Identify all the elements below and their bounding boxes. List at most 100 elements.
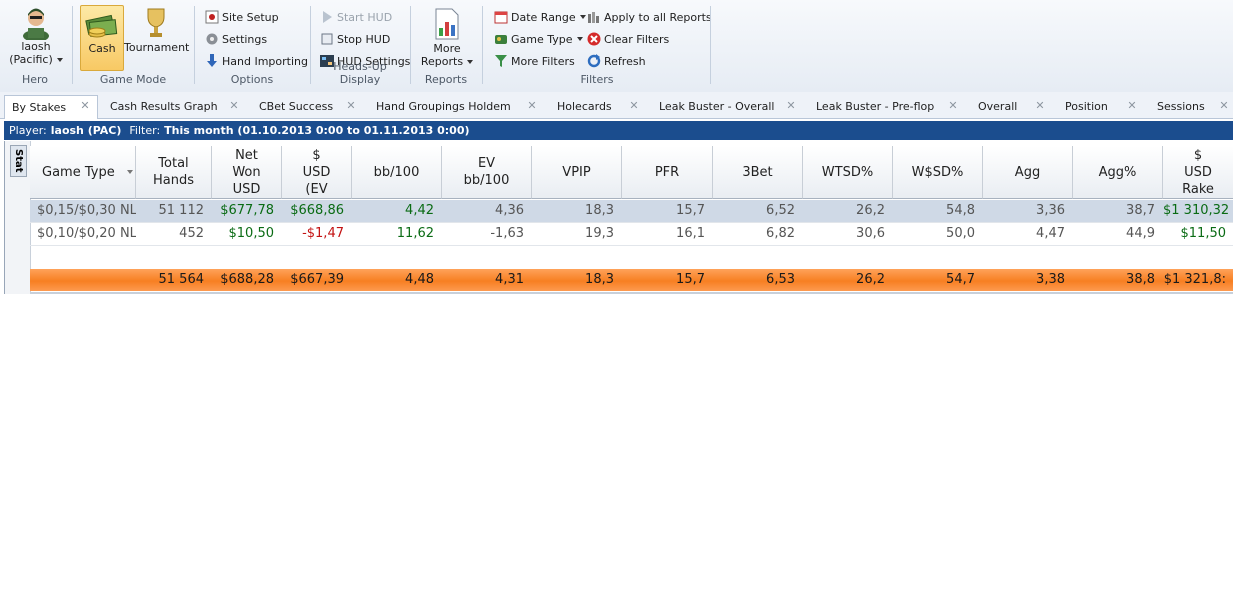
settings-button[interactable]: Settings [205, 32, 267, 46]
tab-close-icon[interactable]: ✕ [786, 100, 796, 111]
site-setup-button[interactable]: Site Setup [205, 10, 279, 24]
stats-grid: Stat Game Type Total Hands Net Won USD $ USD (EV… [4, 141, 1233, 294]
column-header-usd-rake[interactable]: $ USD Rake [1163, 146, 1233, 199]
tab-leak-buster-preflop[interactable]: Leak Buster - Pre-flop [816, 95, 934, 117]
column-header-label: Agg% [1099, 164, 1137, 181]
cell-pfr: 16,1 [676, 226, 705, 241]
stop-hud-button[interactable]: Stop HUD [320, 32, 390, 46]
date-range-button[interactable]: Date Range [494, 10, 586, 24]
trophy-icon [147, 8, 165, 37]
table-row[interactable]: $0,15/$0,30 NL 51 112 $677,78 $668,86 4,42 4,… [30, 200, 1233, 223]
column-header-label: $ USD Rake [1182, 147, 1214, 198]
tab-cash-results-graph[interactable]: Cash Results Graph [110, 95, 218, 117]
start-hud-button[interactable]: Start HUD [320, 10, 392, 24]
tab-position[interactable]: Position [1065, 95, 1108, 117]
clear-filters-button[interactable]: Clear Filters [587, 32, 669, 46]
column-header-label: WTSD% [822, 164, 873, 181]
total-usd-rake: $1 321,8: [1163, 272, 1226, 287]
column-header-line: bb/100 [373, 164, 420, 180]
total-3bet: 6,53 [766, 272, 795, 287]
cell-agg-pct: 38,7 [1126, 203, 1155, 218]
cell-3bet: 6,52 [766, 203, 795, 218]
total-pfr: 15,7 [676, 272, 705, 287]
total-game-type [30, 269, 136, 291]
column-header-usd-ev[interactable]: $ USD (EV [282, 146, 352, 199]
column-header-line: bb/100 [463, 173, 510, 188]
hand-importing-button[interactable]: Hand Importing [205, 54, 308, 68]
tab-close-icon[interactable]: ✕ [948, 100, 958, 111]
options-group: Site Setup Settings Hand Importing Optio… [196, 2, 308, 88]
column-header-3bet[interactable]: 3Bet [713, 146, 803, 199]
cell-total-hands: 452 [179, 226, 204, 241]
cash-button[interactable]: Cash [80, 5, 124, 71]
filters-group: Date Range Game Type More Filters Apply … [484, 2, 712, 88]
ribbon-separator [72, 6, 73, 84]
game-mode-group: Cash Tournament Game Mode [74, 2, 192, 88]
column-header-label: Agg [1015, 164, 1040, 181]
tab-overall[interactable]: Overall [978, 95, 1017, 117]
tab-sessions[interactable]: Sessions [1157, 95, 1205, 117]
tab-close-icon[interactable]: ✕ [527, 100, 537, 111]
column-header-net-won-usd[interactable]: Net Won USD [212, 146, 282, 199]
tab-close-icon[interactable]: ✕ [1127, 100, 1137, 111]
ribbon-separator [710, 6, 711, 84]
cell-vpip: 18,3 [585, 203, 614, 218]
tab-close-icon[interactable]: ✕ [346, 100, 356, 111]
column-header-wtsd[interactable]: WTSD% [803, 146, 893, 199]
tab-cbet-success[interactable]: CBet Success [259, 95, 333, 117]
column-header-pfr[interactable]: PFR [622, 146, 713, 199]
column-header-game-type[interactable]: Game Type [30, 146, 136, 199]
group-label-hero: Hero [21, 73, 49, 86]
avatar-icon [23, 8, 49, 40]
hero-button[interactable]: laosh (Pacific) [8, 4, 64, 72]
apply-all-reports-button[interactable]: Apply to all Reports [587, 10, 712, 24]
reports-icon [435, 8, 459, 40]
tab-close-icon[interactable]: ✕ [1219, 100, 1229, 111]
grid-scrollbar-track[interactable] [30, 292, 1233, 294]
table-row[interactable]: $0,10/$0,20 NL 452 $10,50 -$1,47 11,62 -1,63 1… [30, 223, 1233, 246]
tab-close-icon[interactable]: ✕ [229, 100, 239, 111]
tab-hand-groupings-holdem[interactable]: Hand Groupings Holdem [376, 95, 511, 117]
player-label: Player: [9, 124, 47, 137]
column-header-vpip[interactable]: VPIP [532, 146, 622, 199]
tab-close-icon[interactable]: ✕ [1035, 100, 1045, 111]
column-header-line: Agg% [1098, 164, 1137, 180]
stat-side-tab[interactable]: Stat [10, 145, 27, 177]
game-type-button[interactable]: Game Type [494, 32, 583, 46]
column-header-label: Game Type [42, 164, 115, 181]
column-header-label: PFR [655, 164, 679, 181]
total-agg: 3,38 [1036, 272, 1065, 287]
cell-vpip: 19,3 [585, 226, 614, 241]
total-agg-pct: 38,8 [1126, 272, 1155, 287]
tournament-button[interactable]: Tournament [124, 5, 190, 69]
refresh-button[interactable]: Refresh [587, 54, 646, 68]
hud-group: Start HUD Stop HUD HUD Settings Heads-Up… [312, 2, 410, 88]
tournament-label: Tournament [124, 41, 190, 54]
tab-holecards[interactable]: Holecards [557, 95, 612, 117]
column-header-total-hands[interactable]: Total Hands [136, 146, 212, 199]
more-filters-button[interactable]: More Filters [494, 54, 575, 68]
total-ev-bb100: 4,31 [495, 272, 524, 287]
tab-close-icon[interactable]: ✕ [629, 100, 639, 111]
column-header-bb100[interactable]: bb/100 [352, 146, 442, 199]
sort-arrow-icon [126, 170, 133, 174]
cell-bb100: 11,62 [396, 226, 434, 241]
ribbon: laosh (Pacific) Hero Cash Tournament Gam… [0, 0, 1233, 93]
tab-close-icon[interactable]: ✕ [80, 100, 90, 111]
more-reports-button[interactable]: More Reports [418, 6, 476, 72]
column-header-agg-pct[interactable]: Agg% [1073, 146, 1163, 199]
filter-label: Filter: [129, 124, 161, 137]
column-header-label: Net Won USD [232, 147, 260, 198]
column-header-agg[interactable]: Agg [983, 146, 1073, 199]
column-header-wsd[interactable]: W$SD% [893, 146, 983, 199]
column-header-line: Total [158, 156, 189, 171]
cell-agg-pct: 44,9 [1126, 226, 1155, 241]
column-header-line: 3Bet [742, 164, 773, 180]
tab-leak-buster-overall[interactable]: Leak Buster - Overall [659, 95, 774, 117]
column-header-line: Rake [1182, 181, 1214, 197]
column-header-line: EV [477, 156, 496, 171]
column-header-ev-bb100[interactable]: EV bb/100 [442, 146, 532, 199]
cell-ev-bb100: 4,36 [495, 203, 524, 218]
cell-net-won-usd: $677,78 [220, 203, 274, 218]
column-header-line: Won [232, 164, 261, 180]
